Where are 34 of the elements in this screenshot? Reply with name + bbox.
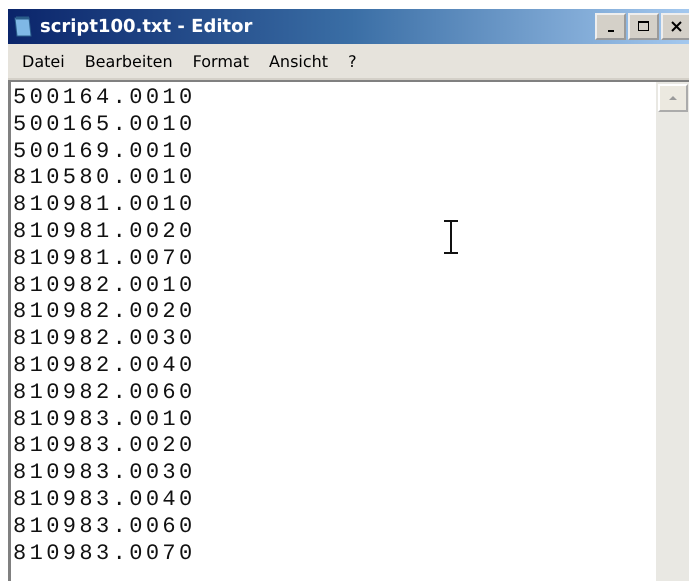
- maximize-icon: [636, 19, 651, 34]
- close-icon: [669, 19, 684, 34]
- text-line: 810983.0010: [13, 406, 196, 434]
- text-line: 810983.0030: [13, 460, 196, 487]
- text-line: 810982.0060: [13, 380, 196, 407]
- text-line: 810982.0030: [13, 326, 196, 353]
- text-line: 810983.0070: [13, 540, 196, 568]
- text-line: 500164.0010: [13, 85, 196, 112]
- text-line: 810981.0020: [13, 218, 196, 246]
- window-title: script100.txt - Editor: [40, 16, 254, 37]
- text-line: 810983.0060: [13, 514, 196, 541]
- text-cursor-icon: [443, 220, 459, 254]
- menu-item[interactable]: Ansicht: [258, 52, 338, 70]
- menu-item[interactable]: Format: [182, 52, 259, 70]
- menu-item[interactable]: Bearbeiten: [74, 52, 183, 70]
- maximize-button[interactable]: [628, 13, 659, 40]
- text-line: 500169.0010: [13, 138, 196, 166]
- text-line: 810983.0040: [13, 486, 196, 514]
- text-line: 810982.0040: [13, 352, 196, 380]
- menu-item[interactable]: ?: [338, 52, 367, 70]
- scrollbar[interactable]: [656, 82, 689, 581]
- text-line: 810580.0010: [13, 165, 196, 192]
- notepad-icon: [12, 14, 34, 38]
- text-line: 810982.0010: [13, 272, 196, 300]
- text-line: 810981.0070: [13, 246, 196, 273]
- text-line: 500165.0010: [13, 112, 196, 139]
- text-line: 810983.0020: [13, 433, 196, 460]
- text-line: 810982.0020: [13, 299, 196, 326]
- minimize-icon: [606, 30, 614, 32]
- close-button[interactable]: [661, 13, 689, 40]
- up-arrow-icon: [667, 94, 679, 102]
- text-area[interactable]: [11, 82, 656, 581]
- menu-item[interactable]: Datei: [12, 52, 75, 70]
- text-line: 810981.0010: [13, 192, 196, 219]
